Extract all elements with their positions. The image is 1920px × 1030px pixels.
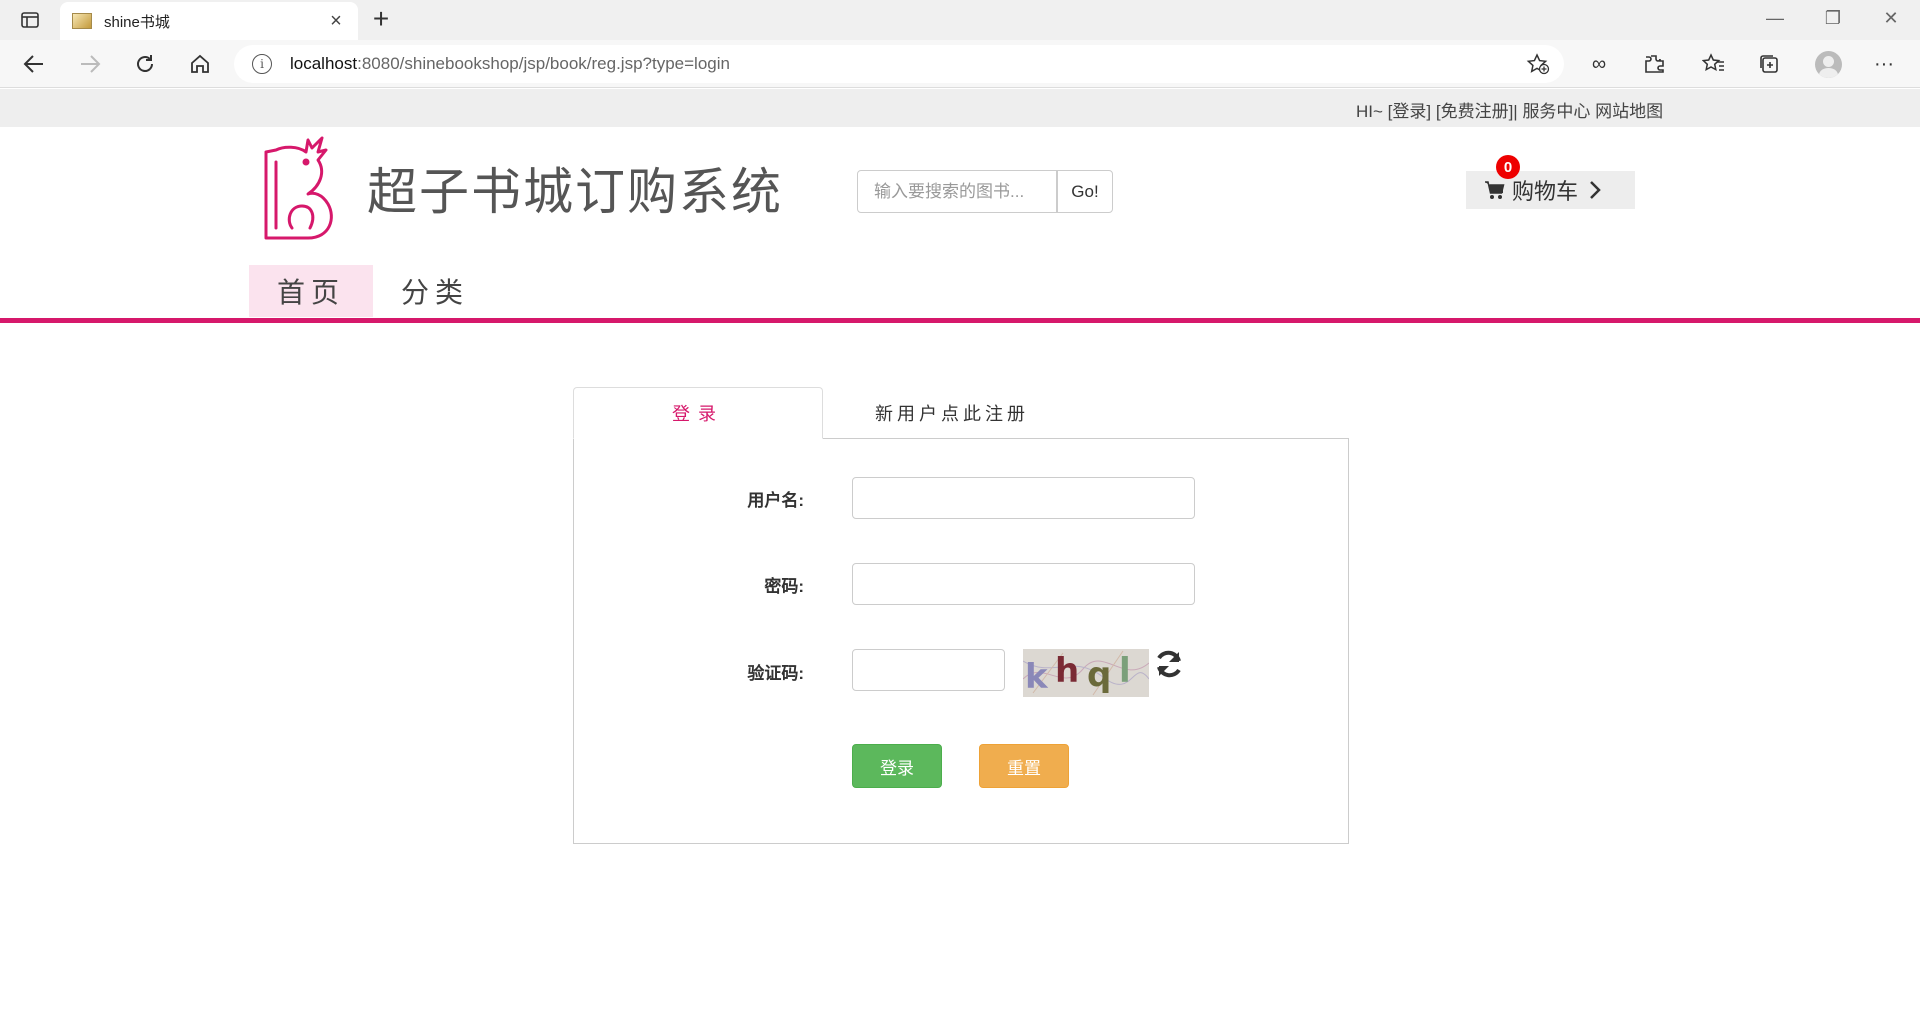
auth-tabs: 登录 新用户点此注册 xyxy=(573,387,1081,439)
close-tab-icon[interactable]: × xyxy=(326,10,346,33)
chevron-right-icon xyxy=(1590,181,1601,199)
minimize-icon[interactable]: — xyxy=(1763,8,1787,29)
infinity-icon[interactable]: ∞ xyxy=(1585,50,1613,78)
captcha-char: k xyxy=(1025,657,1048,697)
tab-title: shine书城 xyxy=(104,13,170,31)
tab-login[interactable]: 登录 xyxy=(573,387,823,439)
refresh-captcha-icon[interactable] xyxy=(1153,648,1185,680)
site-favicon-icon xyxy=(72,13,92,29)
favorites-icon[interactable] xyxy=(1700,50,1728,78)
nav-divider xyxy=(0,318,1920,323)
login-link[interactable]: [登录] xyxy=(1388,102,1431,121)
site-title: 超子书城订购系统 xyxy=(367,164,783,220)
captcha-input[interactable] xyxy=(852,649,1005,691)
main-nav: 首页 分类 xyxy=(249,265,497,317)
extensions-icon[interactable] xyxy=(1640,50,1668,78)
address-bar[interactable]: i localhost:8080/shinebookshop/jsp/book/… xyxy=(234,45,1564,83)
profile-avatar[interactable] xyxy=(1815,51,1842,78)
cart-label: 购物车 xyxy=(1512,179,1579,204)
reset-button[interactable]: 重置 xyxy=(979,744,1069,788)
more-options-icon[interactable]: ··· xyxy=(1870,50,1898,78)
captcha-image[interactable]: k h q l xyxy=(1023,649,1149,697)
greeting-text: HI~ xyxy=(1356,102,1388,121)
login-button[interactable]: 登录 xyxy=(852,744,942,788)
nav-home[interactable]: 首页 xyxy=(249,265,373,317)
tab-actions-icon[interactable] xyxy=(18,8,42,32)
tab-register[interactable]: 新用户点此注册 xyxy=(823,387,1081,439)
url-path: :8080/shinebookshop/jsp/book/reg.jsp?typ… xyxy=(357,54,730,73)
browser-tab[interactable]: shine书城 × xyxy=(60,2,358,40)
service-center-link[interactable]: 服务中心 xyxy=(1522,102,1590,121)
password-label: 密码: xyxy=(764,577,804,596)
nav-category[interactable]: 分类 xyxy=(373,265,497,317)
reload-icon[interactable] xyxy=(131,50,159,78)
captcha-char: q xyxy=(1087,655,1112,695)
register-link[interactable]: [免费注册] xyxy=(1436,102,1513,121)
new-tab-icon[interactable]: + xyxy=(367,4,395,34)
add-favorite-icon[interactable] xyxy=(1526,53,1550,80)
book-search-input[interactable] xyxy=(857,170,1057,213)
sitemap-link[interactable]: 网站地图 xyxy=(1595,102,1663,121)
close-window-icon[interactable]: ✕ xyxy=(1879,8,1903,29)
home-icon[interactable] xyxy=(186,50,214,78)
captcha-label: 验证码: xyxy=(747,664,804,683)
restore-icon[interactable]: ❐ xyxy=(1821,8,1845,29)
forward-icon[interactable] xyxy=(76,50,104,78)
browser-tabstrip: shine书城 × + — ❐ ✕ xyxy=(0,0,1920,40)
site-topbar: HI~ [登录] [免费注册]| 服务中心 网站地图 xyxy=(0,89,1920,127)
topbar-links: HI~ [登录] [免费注册]| 服务中心 网站地图 xyxy=(1356,97,1663,122)
collections-icon[interactable] xyxy=(1755,50,1783,78)
site-logo[interactable] xyxy=(262,132,342,242)
cart-icon xyxy=(1485,181,1505,199)
captcha-char: h xyxy=(1055,651,1080,691)
username-label: 用户名: xyxy=(747,491,804,510)
search-go-button[interactable]: Go! xyxy=(1057,170,1113,213)
username-input[interactable] xyxy=(852,477,1195,519)
back-icon[interactable] xyxy=(20,50,48,78)
password-input[interactable] xyxy=(852,563,1195,605)
url-host: localhost xyxy=(290,54,358,73)
shopping-cart-button[interactable]: 购物车 0 xyxy=(1466,155,1635,209)
captcha-char: l xyxy=(1119,651,1131,691)
cart-count-badge: 0 xyxy=(1496,155,1520,179)
site-info-icon[interactable]: i xyxy=(252,54,272,74)
browser-toolbar: i localhost:8080/shinebookshop/jsp/book/… xyxy=(0,40,1920,88)
